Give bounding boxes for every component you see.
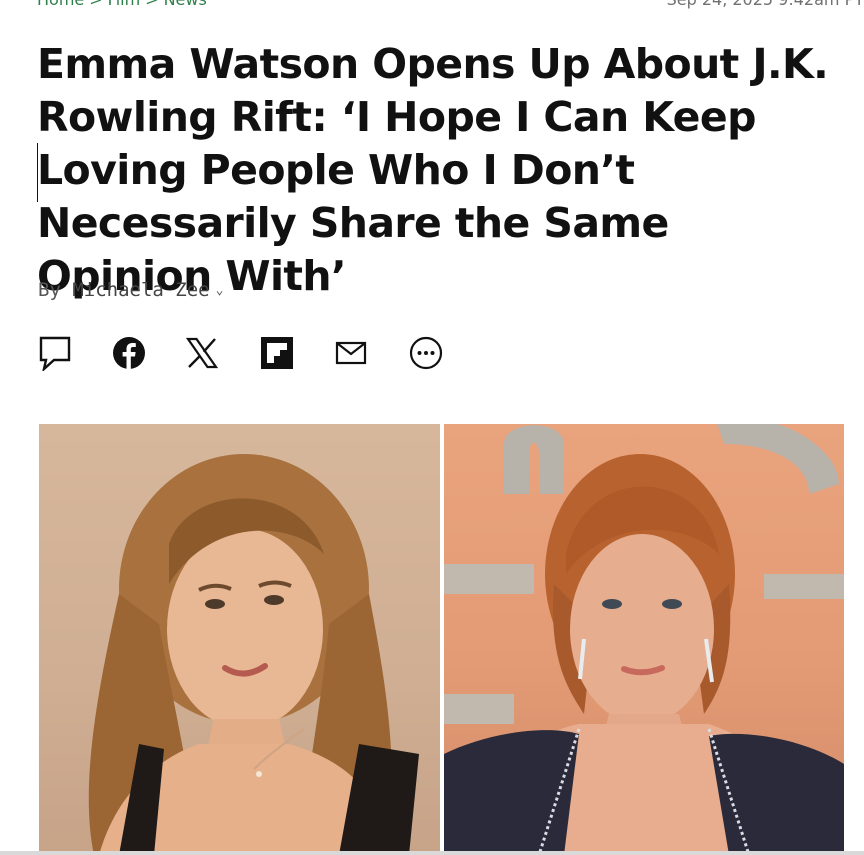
flipboard-share-button[interactable]: [259, 335, 295, 371]
x-icon: [185, 337, 219, 369]
top-bar: Home > Film > News Sep 24, 2025 9:42am PT: [0, 0, 864, 12]
emma-watson-photo: [39, 424, 440, 855]
byline-prefix: By: [38, 279, 61, 301]
more-options-button[interactable]: [408, 335, 444, 371]
byline: By Michaela Zee ⌄: [38, 279, 223, 301]
comment-icon: [39, 336, 71, 371]
email-icon: [335, 341, 367, 365]
jk-rowling-photo: [444, 424, 844, 855]
portrait-illustration: [88, 454, 419, 855]
bottom-border: [0, 851, 864, 855]
text-cursor: [37, 143, 38, 202]
portrait-illustration: [444, 424, 844, 855]
comment-button[interactable]: [37, 335, 73, 371]
more-icon: [409, 336, 443, 370]
chevron-down-icon[interactable]: ⌄: [216, 283, 224, 298]
article-headline: Emma Watson Opens Up About J.K. Rowling …: [37, 40, 829, 300]
breadcrumb-home[interactable]: Home: [37, 0, 84, 9]
breadcrumb: Home > Film > News: [37, 0, 207, 9]
email-share-button[interactable]: [333, 335, 369, 371]
facebook-icon: [113, 337, 145, 369]
publish-date: Sep 24, 2025 9:42am PT: [667, 0, 864, 9]
breadcrumb-separator: >: [89, 0, 102, 9]
breadcrumb-news[interactable]: News: [164, 0, 207, 9]
facebook-share-button[interactable]: [111, 335, 147, 371]
flipboard-icon: [261, 337, 293, 369]
breadcrumb-separator: >: [145, 0, 158, 9]
breadcrumb-film[interactable]: Film: [108, 0, 141, 9]
author-name[interactable]: Michaela Zee: [72, 279, 209, 301]
x-share-button[interactable]: [184, 335, 220, 371]
